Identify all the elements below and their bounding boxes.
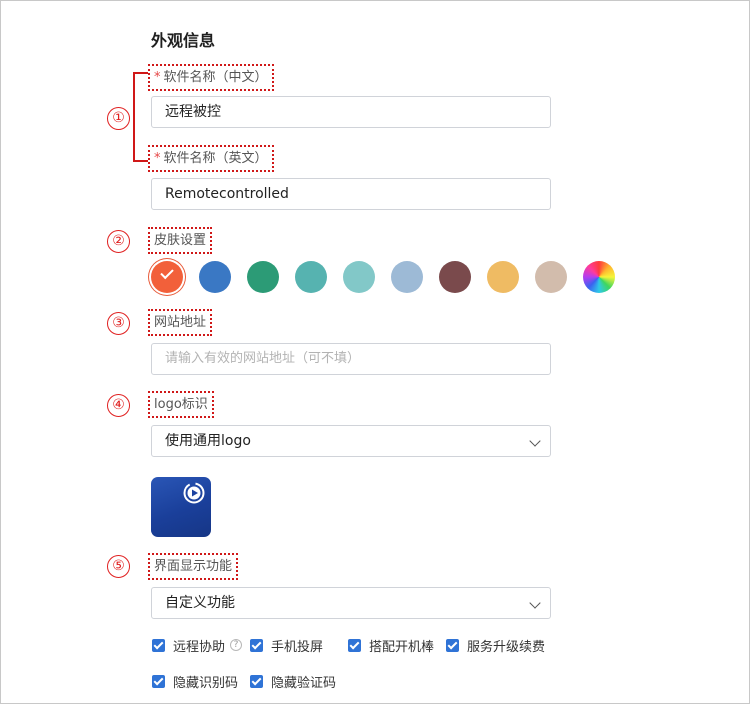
skin-swatch[interactable]: [391, 261, 423, 293]
logo-preview: [151, 477, 211, 537]
ui-features-label: 界面显示功能: [148, 553, 239, 580]
skin-swatch[interactable]: [583, 261, 615, 293]
feature-service-renewal[interactable]: 服务升级续费: [446, 635, 545, 655]
software-name-en-label-text: 软件名称（英文）: [163, 151, 268, 166]
annotation-marker-4: ④: [107, 394, 130, 417]
skin-swatch[interactable]: [295, 261, 327, 293]
software-name-cn-label-text: 软件名称（中文）: [163, 70, 268, 85]
required-mark: *: [154, 70, 161, 85]
software-name-cn-input[interactable]: 远程被控: [151, 96, 551, 128]
annotation-marker-5: ⑤: [107, 555, 130, 578]
annotation-bracket: [133, 72, 148, 162]
feature-label: 服务升级续费: [467, 639, 546, 655]
annotation-marker-1: ①: [107, 107, 130, 130]
feature-screen-cast[interactable]: 手机投屏: [250, 635, 323, 655]
checkbox[interactable]: [152, 674, 165, 688]
feature-hide-id-code[interactable]: 隐藏识别码: [152, 671, 238, 691]
annotation-marker-2: ②: [107, 230, 130, 253]
skin-swatch[interactable]: [343, 261, 375, 293]
checkbox[interactable]: [250, 674, 263, 688]
feature-label: 隐藏识别码: [173, 675, 239, 691]
website-label: 网站地址: [148, 309, 213, 336]
software-name-en-label: * 软件名称（英文）: [148, 145, 274, 172]
skin-swatch[interactable]: [439, 261, 471, 293]
feature-remote-assist[interactable]: 远程协助 ?: [152, 635, 243, 655]
skin-swatch[interactable]: [199, 261, 231, 293]
ui-features-select[interactable]: 自定义功能: [151, 587, 551, 619]
check-icon: [160, 265, 174, 280]
logo-label: logo标识: [148, 391, 214, 418]
software-name-cn-label: * 软件名称（中文）: [148, 64, 274, 91]
logo-select[interactable]: 使用通用logo: [151, 425, 551, 457]
logo-select-value: 使用通用logo: [165, 433, 251, 449]
skin-swatch[interactable]: [247, 261, 279, 293]
required-mark: *: [154, 151, 161, 166]
website-input[interactable]: 请输入有效的网站地址（可不填）: [151, 343, 551, 375]
skin-swatch[interactable]: [535, 261, 567, 293]
chevron-down-icon: [529, 597, 541, 609]
skin-label: 皮肤设置: [148, 227, 213, 254]
feature-label: 搭配开机棒: [369, 639, 435, 655]
section-title: 外观信息: [151, 31, 216, 50]
annotation-marker-3: ③: [107, 312, 130, 335]
chevron-down-icon: [529, 435, 541, 447]
checkbox[interactable]: [446, 638, 459, 652]
checkbox[interactable]: [348, 638, 361, 652]
skin-swatch[interactable]: [151, 261, 183, 293]
feature-boot-stick[interactable]: 搭配开机棒: [348, 635, 434, 655]
play-circle-icon: [183, 482, 205, 504]
help-icon[interactable]: ?: [230, 639, 243, 651]
feature-label: 隐藏验证码: [271, 675, 337, 691]
ui-features-select-value: 自定义功能: [165, 595, 235, 611]
software-name-en-input[interactable]: Remotecontrolled: [151, 178, 551, 210]
checkbox[interactable]: [250, 638, 263, 652]
feature-hide-verify-code[interactable]: 隐藏验证码: [250, 671, 336, 691]
skin-swatch[interactable]: [487, 261, 519, 293]
feature-label: 远程协助: [173, 639, 226, 655]
checkbox[interactable]: [152, 638, 165, 652]
feature-label: 手机投屏: [271, 639, 324, 655]
